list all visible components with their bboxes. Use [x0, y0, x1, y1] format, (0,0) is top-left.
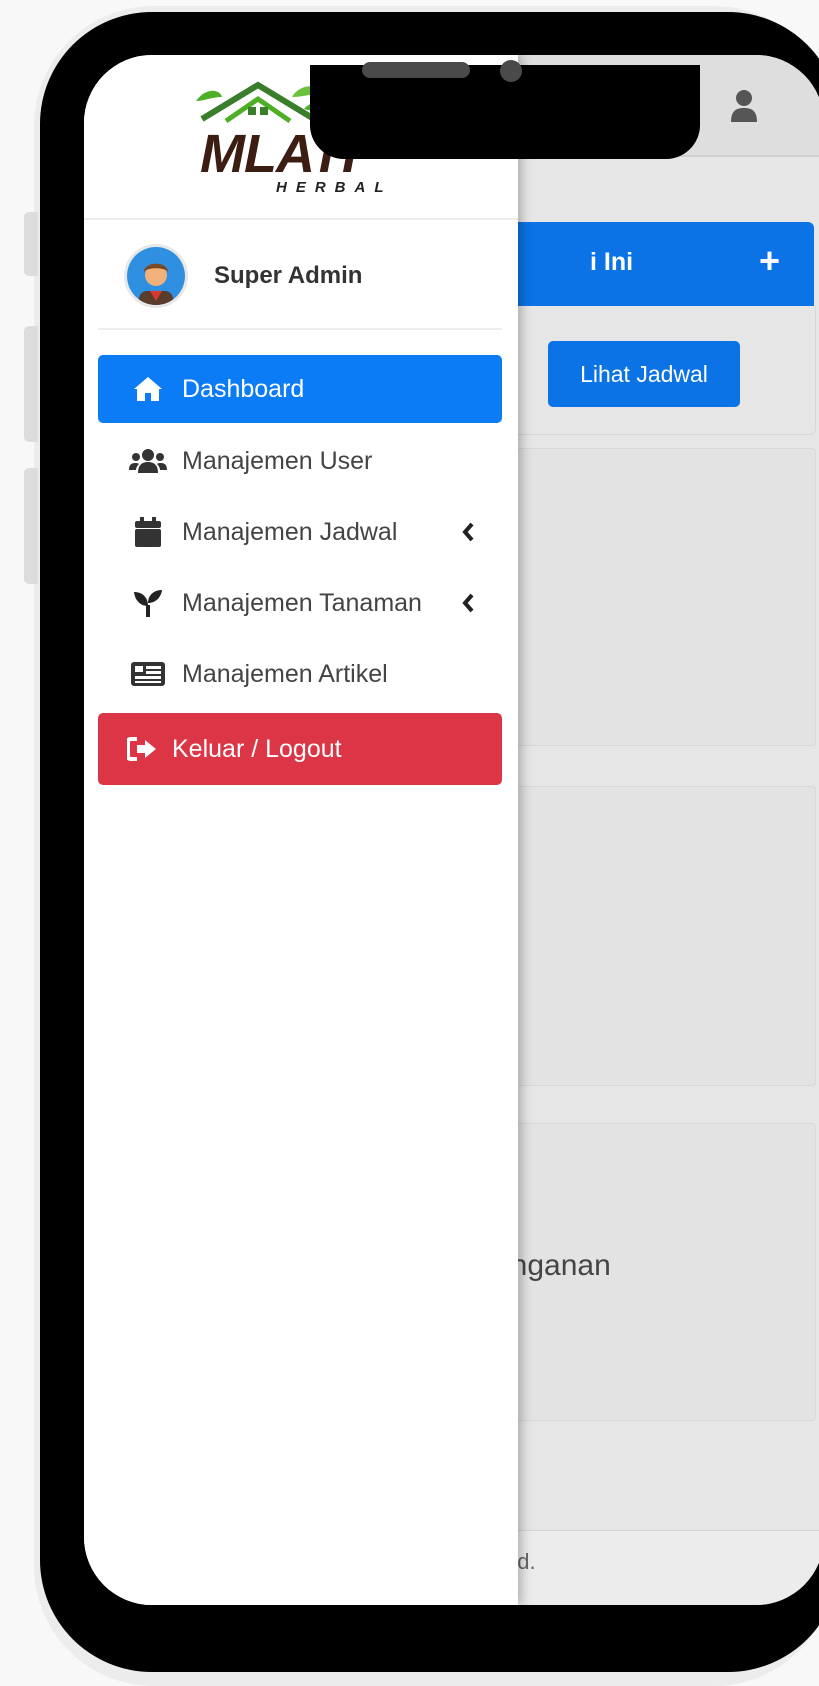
- phone-camera: [500, 60, 522, 82]
- phone-side-button: [24, 212, 38, 276]
- brand-subtitle: HERBAL: [276, 179, 393, 196]
- sidebar-item-label: Manajemen Tanaman: [182, 588, 422, 617]
- sidebar-item-label: Dashboard: [182, 374, 305, 403]
- sidebar-item-dashboard[interactable]: Dashboard: [98, 355, 502, 423]
- phone-speaker: [362, 62, 470, 78]
- user-name: Super Admin: [214, 262, 363, 289]
- home-icon: [128, 374, 168, 404]
- users-icon: [128, 446, 168, 476]
- calendar-icon: [128, 517, 168, 547]
- phone-volume-up-button: [24, 326, 38, 442]
- logout-label: Keluar / Logout: [172, 734, 342, 763]
- phone-screen: i Ini + Lihat Jadwal anganan ved. MLATI …: [84, 55, 819, 1605]
- sidebar-item-manajemen-user[interactable]: Manajemen User: [98, 427, 502, 495]
- user-avatar-icon: [124, 244, 188, 308]
- sign-out-icon: [122, 734, 162, 764]
- seedling-icon: [128, 588, 168, 618]
- sidebar: MLATI HERBAL Super Admin Dashboard Manaj…: [84, 55, 518, 1605]
- add-schedule-button[interactable]: +: [759, 240, 780, 282]
- sidebar-item-manajemen-jadwal[interactable]: Manajemen Jadwal: [98, 498, 502, 566]
- sidebar-item-manajemen-tanaman[interactable]: Manajemen Tanaman: [98, 569, 502, 637]
- sidebar-item-label: Manajemen User: [182, 446, 373, 475]
- sidebar-item-label: Manajemen Artikel: [182, 659, 388, 688]
- chevron-left-icon: [462, 522, 474, 542]
- phone-volume-down-button: [24, 468, 38, 584]
- card-title: i Ini: [590, 248, 634, 276]
- newspaper-icon: [128, 659, 168, 689]
- chevron-left-icon: [462, 593, 474, 613]
- sidebar-item-label: Manajemen Jadwal: [182, 517, 398, 546]
- user-panel[interactable]: Super Admin: [98, 218, 502, 330]
- sidebar-item-manajemen-artikel[interactable]: Manajemen Artikel: [98, 640, 502, 708]
- user-icon[interactable]: [730, 89, 758, 123]
- logout-button[interactable]: Keluar / Logout: [98, 713, 502, 785]
- view-schedule-button[interactable]: Lihat Jadwal: [548, 341, 740, 407]
